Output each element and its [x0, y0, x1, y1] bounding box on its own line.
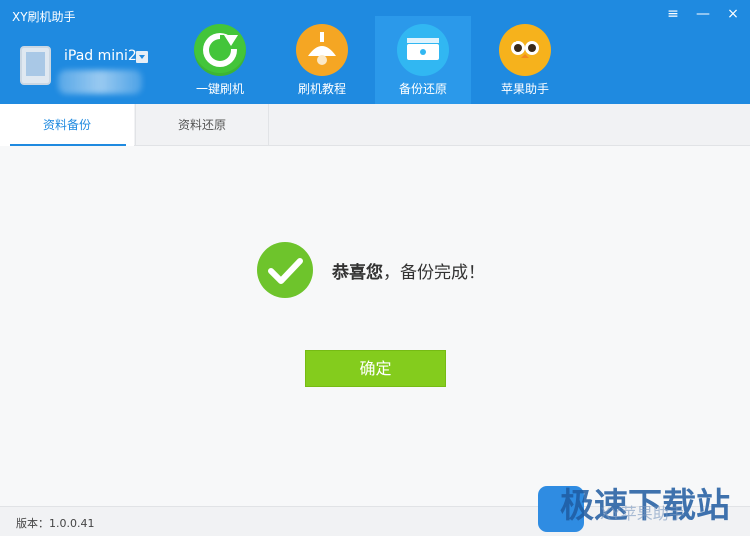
version-label: 版本：1.0.0.41 — [16, 517, 95, 530]
check-icon — [257, 242, 313, 298]
nav-label: 备份还原 — [398, 82, 447, 96]
success-message: 恭喜您，备份完成！ — [332, 258, 485, 283]
drive-icon — [397, 24, 449, 76]
app-title: XY刷机助手 — [12, 10, 76, 24]
nav-label: 苹果助手 — [500, 82, 549, 96]
device-name: iPad mini2 — [64, 48, 137, 64]
window-controls: ≡ — × — [662, 4, 744, 24]
watermark-sub: XY苹果助手 — [600, 504, 685, 523]
nav-item-flash-tutorial[interactable]: 刷机教程 — [274, 16, 370, 104]
tab-data-restore[interactable]: 资料还原 — [135, 104, 269, 146]
nav-item-backup-restore[interactable]: 备份还原 — [375, 16, 471, 104]
nav-item-apple-helper[interactable]: 苹果助手 — [477, 16, 573, 104]
refresh-icon — [194, 24, 246, 76]
main-content — [0, 146, 750, 506]
close-icon[interactable]: × — [722, 4, 744, 24]
owl-icon — [499, 24, 551, 76]
device-info-blur — [58, 70, 142, 94]
lamp-icon — [296, 24, 348, 76]
nav-label: 刷机教程 — [297, 82, 346, 96]
nav-item-one-click-flash[interactable]: 一键刷机 — [172, 16, 268, 104]
tab-bar: 资料备份 资料还原 — [0, 104, 750, 146]
ipad-icon — [20, 46, 51, 85]
tab-data-backup[interactable]: 资料备份 — [0, 104, 134, 146]
device-dropdown[interactable] — [136, 51, 148, 63]
minimize-icon[interactable]: — — [692, 4, 714, 24]
device-area — [20, 46, 51, 85]
confirm-button[interactable]: 确定 — [305, 350, 446, 387]
app-header: XY刷机助手 ≡ — × iPad mini2 一键刷机 刷机教程 备份还原 苹… — [0, 0, 750, 104]
success-strong: 恭喜您 — [332, 263, 383, 283]
nav-label: 一键刷机 — [195, 82, 244, 96]
success-rest: ，备份完成！ — [383, 263, 485, 283]
menu-icon[interactable]: ≡ — [662, 4, 684, 24]
